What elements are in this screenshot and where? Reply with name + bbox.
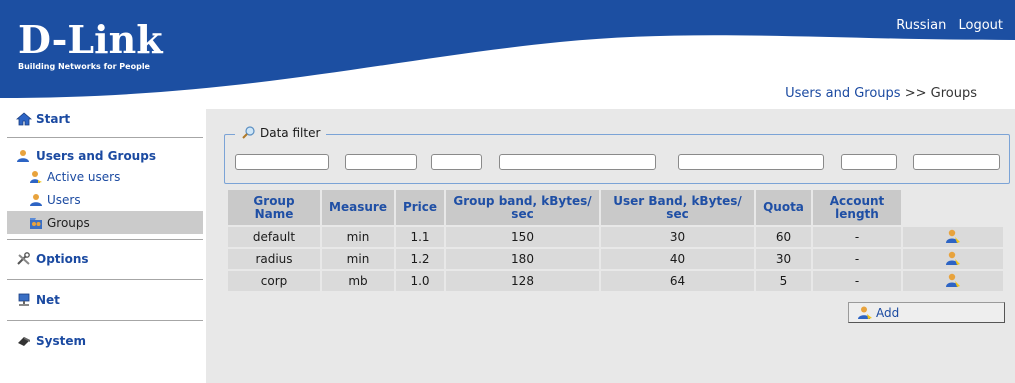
column-header-quota[interactable]: Quota	[756, 190, 811, 225]
add-button-label: Add	[876, 305, 900, 320]
filter-measure-input[interactable]	[345, 154, 417, 170]
sidebar-item-groups[interactable]: Groups	[7, 211, 203, 234]
data-filter: Data filter	[224, 126, 1010, 184]
filter-quota-input[interactable]	[841, 154, 897, 170]
sidebar-item-start[interactable]: Start	[7, 110, 203, 128]
breadcrumb-current: Groups	[930, 86, 977, 101]
cell-quota: 60	[756, 227, 811, 247]
breadcrumb-parent-link[interactable]: Users and Groups	[785, 86, 900, 101]
sidebar: Start Users and Groups Active users User…	[7, 110, 203, 383]
sidebar-item-net[interactable]: Net	[7, 291, 203, 309]
tools-icon	[17, 252, 30, 265]
cell-user-band: 40	[601, 249, 754, 269]
active-user-icon	[30, 170, 42, 183]
cell-measure: min	[322, 227, 394, 247]
sidebar-item-active-users-label: Active users	[47, 169, 121, 184]
column-header-measure[interactable]: Measure	[322, 190, 394, 225]
cell-quota: 30	[756, 249, 811, 269]
table-row: default min 1.1 150 30 60 -	[228, 227, 1003, 247]
cell-account-length: -	[813, 227, 901, 247]
filter-account-length-input[interactable]	[913, 154, 1000, 170]
column-header-group-band[interactable]: Group band, kBytes/ sec	[446, 190, 599, 225]
cell-price: 1.1	[396, 227, 444, 247]
column-header-user-band[interactable]: User Band, kBytes/ sec	[601, 190, 754, 225]
logout-link[interactable]: Logout	[958, 18, 1003, 33]
edit-user-icon	[946, 251, 960, 265]
sidebar-item-system-label: System	[36, 334, 86, 348]
group-icon	[30, 217, 42, 229]
sidebar-item-users-label: Users	[47, 192, 81, 207]
cell-group-band: 150	[446, 227, 599, 247]
cell-group-name: corp	[228, 271, 320, 291]
dlink-logo: D-Link Building Networks for People	[18, 17, 163, 72]
header: D-Link Building Networks for People Russ…	[0, 0, 1015, 100]
sidebar-item-groups-label: Groups	[47, 215, 90, 230]
add-user-icon	[858, 306, 872, 319]
logo-brand: D-Link	[18, 17, 163, 62]
user-icon	[30, 193, 42, 206]
filter-user-band-input[interactable]	[678, 154, 824, 170]
column-header-account-length[interactable]: Account length	[813, 190, 901, 225]
edit-group-button[interactable]	[903, 249, 1003, 269]
edit-group-button[interactable]	[903, 271, 1003, 291]
edit-group-button[interactable]	[903, 227, 1003, 247]
sidebar-item-users-and-groups[interactable]: Users and Groups	[7, 147, 203, 165]
sidebar-item-users[interactable]: Users	[7, 188, 203, 211]
filter-price-input[interactable]	[431, 154, 482, 170]
sidebar-item-options-label: Options	[36, 252, 89, 266]
filter-group-name-input[interactable]	[235, 154, 329, 170]
filter-group-band-input[interactable]	[499, 154, 656, 170]
cell-group-name: radius	[228, 249, 320, 269]
cell-user-band: 30	[601, 227, 754, 247]
cell-measure: mb	[322, 271, 394, 291]
data-filter-legend: Data filter	[235, 126, 327, 140]
top-links: Russian Logout	[888, 18, 1003, 33]
home-icon	[16, 112, 32, 126]
cell-quota: 5	[756, 271, 811, 291]
sidebar-item-net-label: Net	[36, 293, 60, 307]
cell-group-band: 128	[446, 271, 599, 291]
table-header-row: Group Name Measure Price Group band, kBy…	[228, 190, 1003, 225]
breadcrumb-separator: >>	[904, 86, 927, 101]
table-row: corp mb 1.0 128 64 5 -	[228, 271, 1003, 291]
column-header-actions	[903, 190, 1003, 225]
cell-measure: min	[322, 249, 394, 269]
sidebar-item-start-label: Start	[36, 112, 71, 126]
cell-account-length: -	[813, 271, 901, 291]
cell-group-name: default	[228, 227, 320, 247]
network-icon	[18, 293, 30, 306]
column-header-group-name[interactable]: Group Name	[228, 190, 320, 225]
table-row: radius min 1.2 180 40 30 -	[228, 249, 1003, 269]
cell-group-band: 180	[446, 249, 599, 269]
edit-user-icon	[946, 229, 960, 243]
breadcrumb: Users and Groups >> Groups	[785, 86, 977, 101]
cell-user-band: 64	[601, 271, 754, 291]
sidebar-item-active-users[interactable]: Active users	[7, 165, 203, 188]
user-icon	[17, 150, 29, 162]
add-group-button[interactable]: Add	[848, 302, 1005, 323]
gear-icon	[18, 337, 30, 346]
language-link[interactable]: Russian	[896, 18, 946, 33]
data-filter-label: Data filter	[260, 126, 321, 140]
logo-tagline: Building Networks for People	[18, 62, 150, 71]
groups-table: Group Name Measure Price Group band, kBy…	[226, 188, 1005, 293]
column-header-price[interactable]: Price	[396, 190, 444, 225]
cell-price: 1.0	[396, 271, 444, 291]
cell-price: 1.2	[396, 249, 444, 269]
sidebar-item-options[interactable]: Options	[7, 250, 203, 268]
magnifier-icon	[242, 126, 255, 139]
sidebar-item-users-and-groups-label: Users and Groups	[36, 149, 156, 163]
sidebar-item-system[interactable]: System	[7, 332, 203, 350]
cell-account-length: -	[813, 249, 901, 269]
edit-user-icon	[946, 273, 960, 287]
main-panel: Data filter Group Name Measure Price Gro…	[206, 109, 1015, 383]
